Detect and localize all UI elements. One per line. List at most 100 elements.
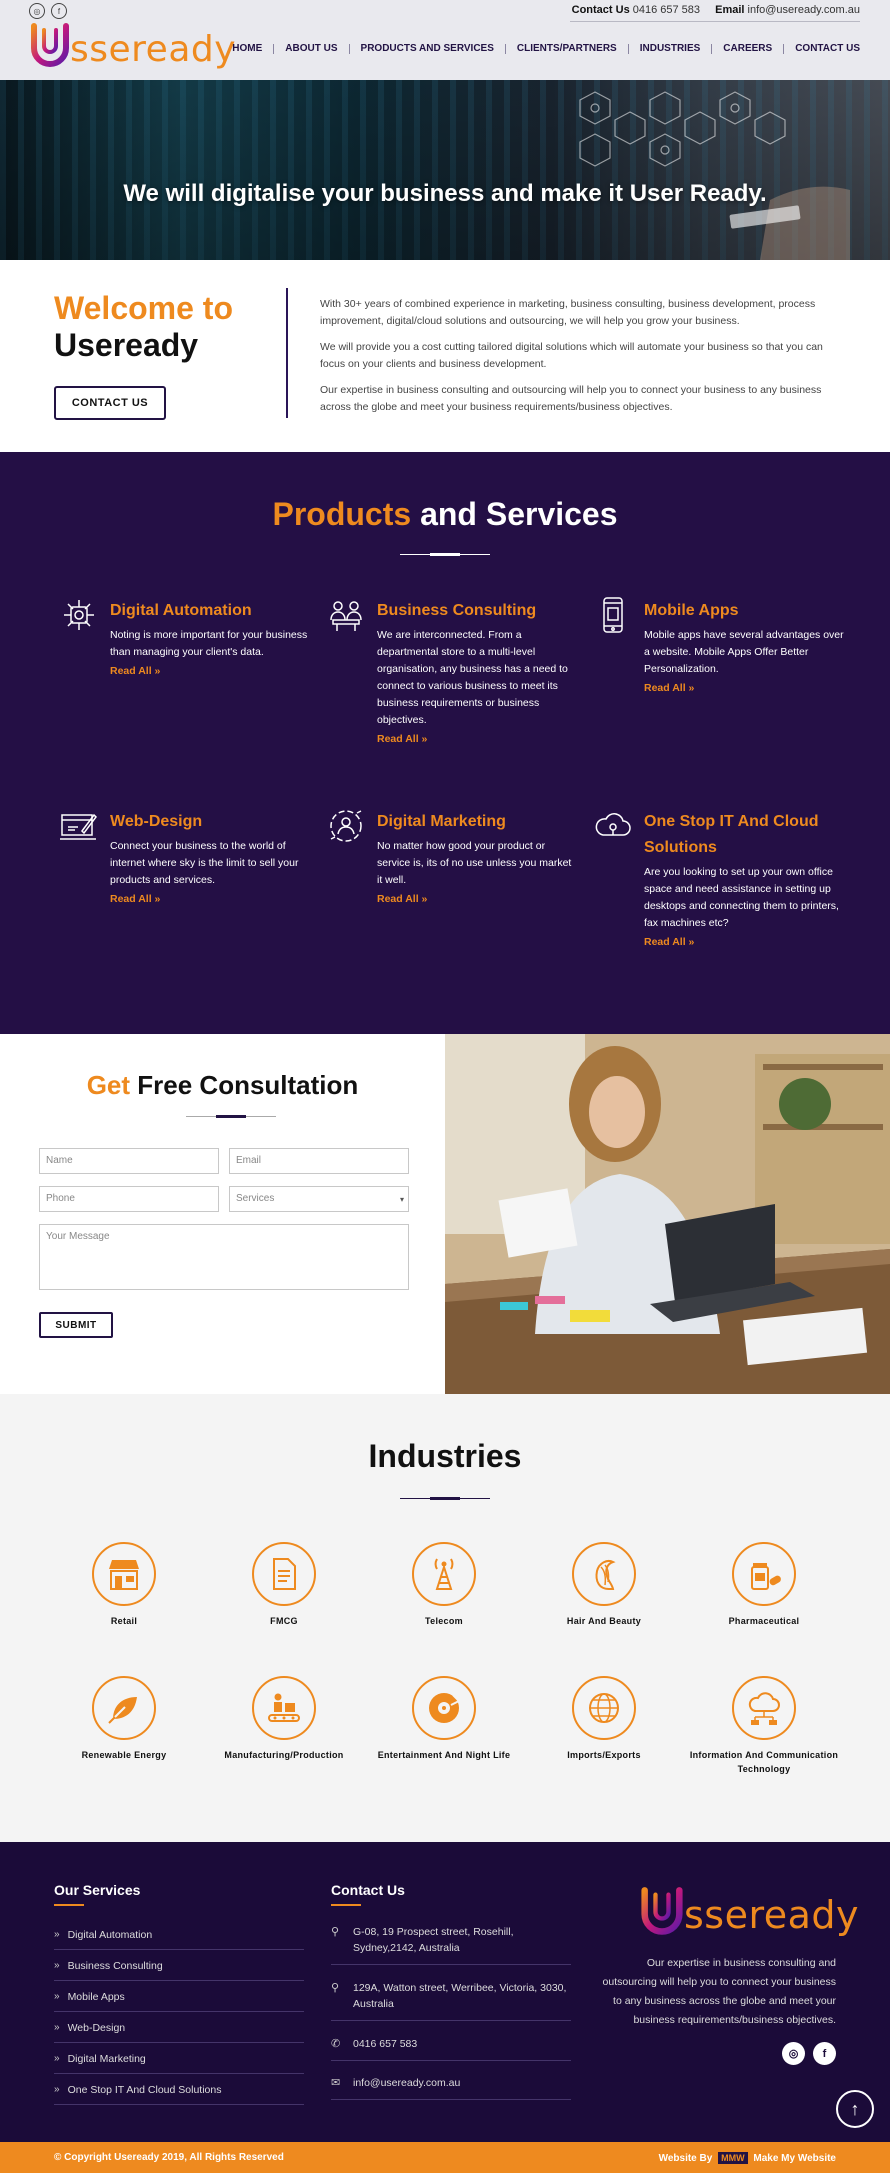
site-logo[interactable]: sseready (28, 22, 236, 70)
copyright-text: © Copyright Useready 2019, All Rights Re… (54, 2152, 284, 2163)
nav-home[interactable]: HOME (221, 44, 275, 54)
industry-retail[interactable]: Retail (49, 1542, 199, 1628)
industry-label: Imports/Exports (567, 1750, 641, 1760)
footer-service-link[interactable]: » Digital Marketing (54, 2044, 304, 2074)
tower-icon (434, 1558, 454, 1590)
conveyor-icon (268, 1693, 300, 1722)
store-icon (109, 1560, 139, 1590)
logo-mark-icon (641, 1887, 683, 1935)
welcome-divider (286, 288, 288, 418)
mmw-logo: MMW (718, 2151, 748, 2164)
service-title: Digital Automation (110, 602, 252, 619)
nav-industries[interactable]: INDUSTRIES (629, 44, 713, 54)
read-all-link[interactable]: Read All » (110, 665, 160, 677)
products-title-accent: Products (272, 496, 412, 532)
industry-renewable-energy[interactable]: Renewable Energy (49, 1676, 199, 1762)
footer-phone[interactable]: ✆ 0416 657 583 (331, 2036, 571, 2061)
industry-entertainment[interactable]: Entertainment And Night Life (369, 1676, 519, 1762)
hair-icon (595, 1560, 616, 1590)
chevron-double-right-icon: » (54, 2084, 59, 2095)
industry-ict[interactable]: Information And Communication Technology (689, 1676, 839, 1776)
nav-about-us[interactable]: ABOUT US (274, 44, 350, 54)
industry-fmcg[interactable]: FMCG (209, 1542, 359, 1628)
welcome-title-accent: Welcome to (54, 290, 233, 326)
chevron-double-right-icon: » (54, 1991, 59, 2002)
top-bar: ◎ f Contact Us 0416 657 583 Email info@u… (0, 0, 890, 20)
chevron-down-icon: ▾ (399, 1195, 404, 1204)
contact-phone[interactable]: 0416 657 583 (633, 4, 700, 16)
products-title: Products and Services (0, 496, 890, 533)
welcome-paragraph: Our expertise in business consulting and… (320, 384, 822, 413)
copyright-bar: © Copyright Useready 2019, All Rights Re… (0, 2142, 890, 2173)
nav-contact-us[interactable]: CONTACT US (784, 44, 860, 54)
marketing-icon (330, 810, 362, 842)
facebook-icon[interactable]: f (813, 2042, 836, 2065)
industry-imports-exports[interactable]: Imports/Exports (529, 1676, 679, 1762)
footer-service-link[interactable]: » Business Consulting (54, 1951, 304, 1981)
footer-address-1: ⚲ G-08, 19 Prospect street, Rosehill, Syd… (331, 1924, 571, 1965)
footer-service-link[interactable]: » One Stop IT And Cloud Solutions (54, 2075, 304, 2105)
products-title-rest: and Services (411, 496, 618, 532)
footer-service-label: Digital Marketing (67, 2052, 146, 2065)
contact-email[interactable]: info@useready.com.au (748, 4, 860, 16)
email-label: Email (715, 4, 745, 16)
service-title: One Stop IT And Cloud Solutions (644, 813, 819, 856)
products-section: Products and Services Digital Automation… (0, 452, 890, 1034)
read-all-link[interactable]: Read All » (377, 893, 427, 905)
read-all-link[interactable]: Read All » (644, 936, 694, 948)
industry-pharmaceutical[interactable]: Pharmaceutical (689, 1542, 839, 1628)
industry-manufacturing[interactable]: Manufacturing/Production (209, 1676, 359, 1762)
industry-label: Renewable Energy (81, 1750, 167, 1760)
footer-service-link[interactable]: » Web-Design (54, 2013, 304, 2043)
chevron-double-right-icon: » (54, 2022, 59, 2033)
industries-title: Industries (368, 1438, 522, 1474)
service-desc: Are you looking to set up your own offic… (644, 866, 839, 929)
instagram-icon[interactable]: ◎ (782, 2042, 805, 2065)
nav-products-and-services[interactable]: PRODUCTS AND SERVICES (350, 44, 506, 54)
contact-us-button[interactable]: CONTACT US (54, 386, 166, 420)
footer-service-label: Digital Automation (67, 1928, 153, 1941)
industry-label: Retail (110, 1616, 138, 1626)
consulting-icon (330, 601, 362, 631)
welcome-paragraph: We will provide you a cost cutting tailo… (320, 341, 823, 370)
top-social-links: ◎ f (29, 3, 67, 19)
footer-contact-title: Contact Us (331, 1882, 405, 1906)
industry-label: FMCG (270, 1616, 298, 1626)
footer-service-label: Web-Design (67, 2021, 126, 2034)
instagram-icon[interactable]: ◎ (29, 3, 45, 19)
industry-label: Telecom (425, 1616, 463, 1626)
credit-prefix: Website By (658, 2152, 713, 2164)
footer-service-link[interactable]: » Digital Automation (54, 1920, 304, 1950)
nav-careers[interactable]: CAREERS (712, 44, 785, 54)
title-underline (186, 1115, 276, 1118)
scroll-to-top-button[interactable]: ↑ (836, 2090, 874, 2128)
phone-icon: ✆ (331, 2038, 341, 2050)
phone-field[interactable]: Phone (39, 1186, 219, 1212)
title-underline (400, 553, 490, 556)
submit-button[interactable]: SUBMIT (39, 1312, 113, 1338)
credit[interactable]: Website By MMW Make My Website (658, 2151, 836, 2164)
footer-email[interactable]: ✉ info@useready.com.au (331, 2075, 571, 2100)
title-underline (400, 1497, 490, 1500)
consultation-section: Get Free Consultation Name Email Phone S… (0, 1034, 890, 1394)
message-field[interactable]: Your Message (39, 1224, 409, 1290)
read-all-link[interactable]: Read All » (644, 682, 694, 694)
footer-service-link[interactable]: » Mobile Apps (54, 1982, 304, 2012)
globe-icon (589, 1693, 619, 1723)
service-title: Business Consulting (377, 602, 537, 619)
services-select[interactable]: Services ▾ (229, 1186, 409, 1212)
read-all-link[interactable]: Read All » (377, 733, 427, 745)
read-all-link[interactable]: Read All » (110, 893, 160, 905)
name-field[interactable]: Name (39, 1148, 219, 1174)
industry-telecom[interactable]: Telecom (369, 1542, 519, 1628)
nav-clients-partners[interactable]: CLIENTS/PARTNERS (506, 44, 629, 54)
pills-icon (751, 1563, 781, 1590)
welcome-paragraph: With 30+ years of combined experience in… (320, 298, 816, 327)
email-field[interactable]: Email (229, 1148, 409, 1174)
facebook-icon[interactable]: f (51, 3, 67, 19)
industry-hair-and-beauty[interactable]: Hair And Beauty (529, 1542, 679, 1628)
service-card-business-consulting: Business Consulting We are interconnecte… (330, 598, 577, 747)
footer-logo[interactable]: sseready (638, 1886, 859, 1938)
service-card-it-cloud-solutions: One Stop IT And Cloud Solutions Are you … (595, 809, 844, 950)
top-divider (570, 21, 860, 22)
